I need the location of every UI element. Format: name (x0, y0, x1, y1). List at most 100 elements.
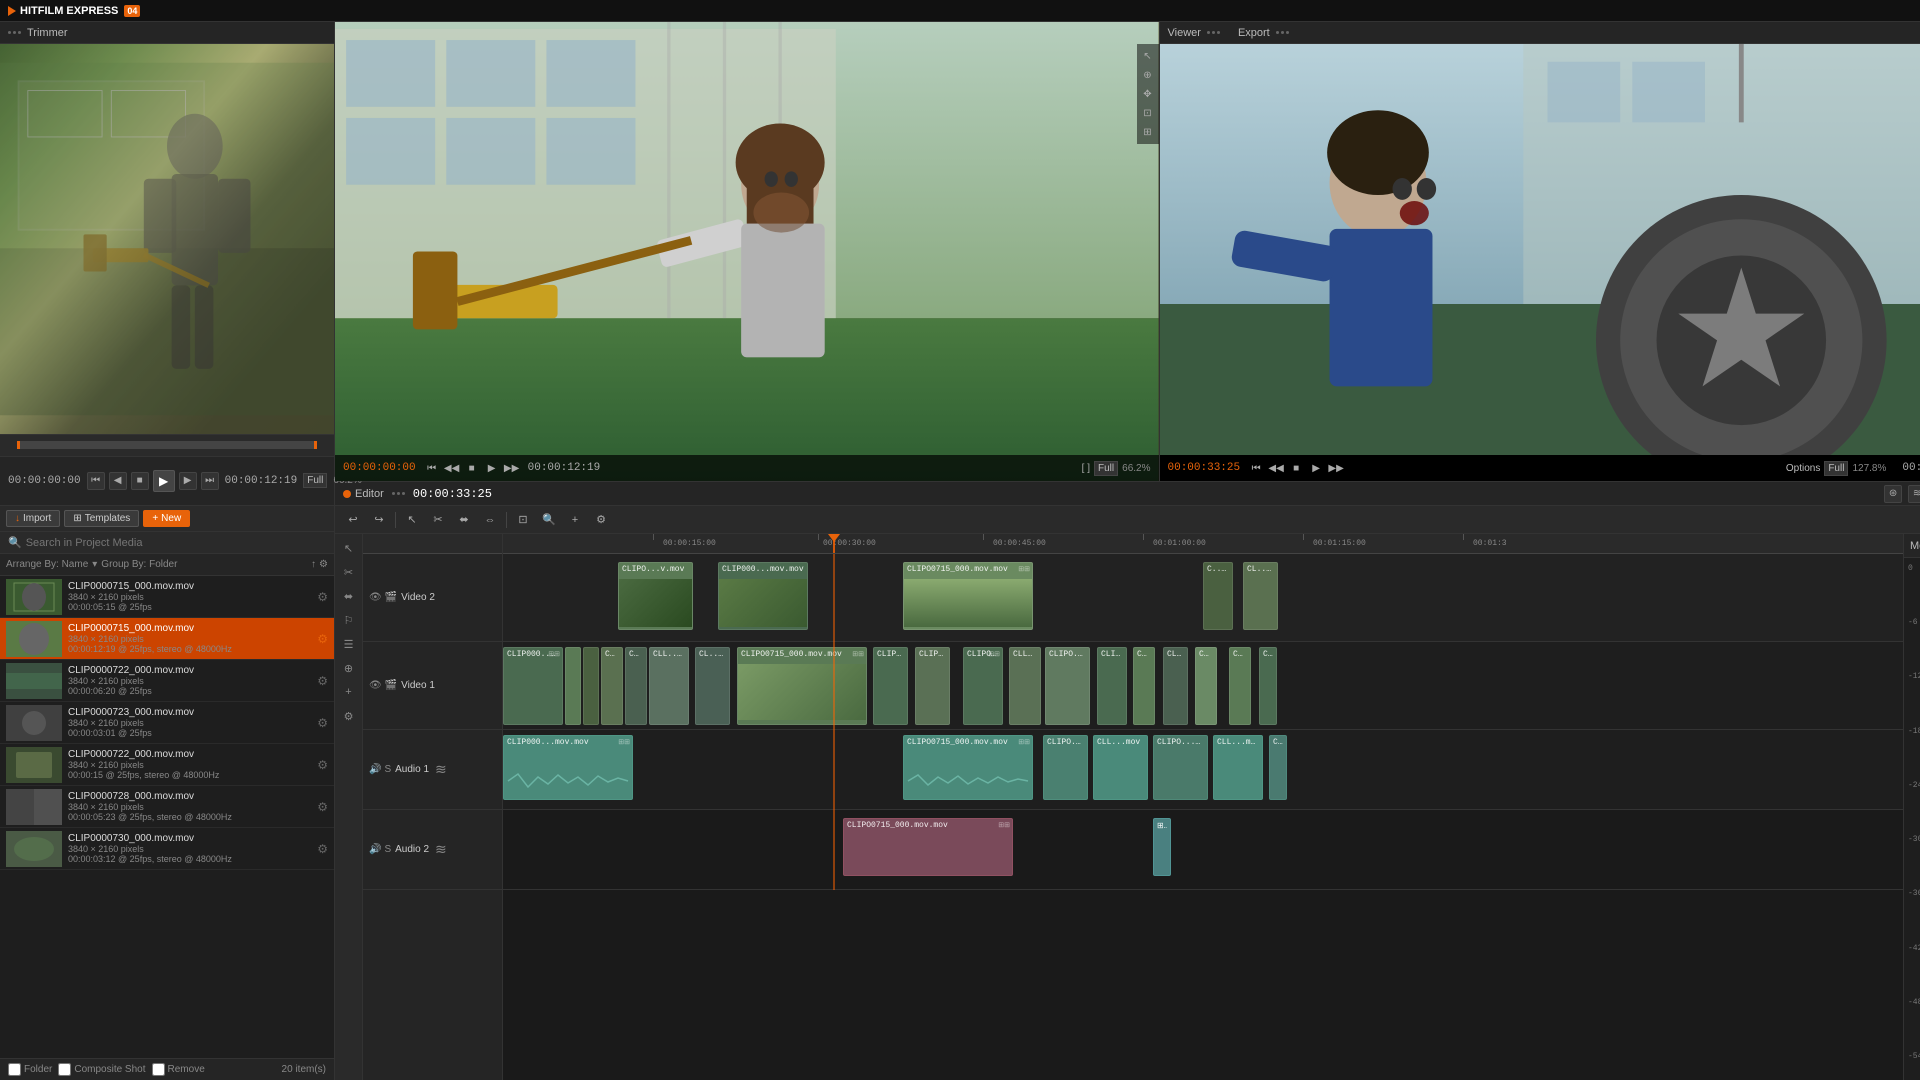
track-mute-icon[interactable]: 🔊 (369, 764, 381, 775)
track-mute-icon2[interactable]: 🔊 (369, 844, 381, 855)
timeline-tool-1[interactable]: ↖ (339, 538, 359, 558)
sort-options-icon[interactable]: ⚙ (319, 559, 328, 570)
list-item[interactable]: CLIP0000723_000.mov.mov 3840 × 2160 pixe… (0, 702, 334, 744)
zoom-in-btn[interactable]: 🔍 (539, 510, 559, 530)
trimmer-timeline[interactable] (0, 434, 334, 456)
trimmer-ctrl-stop[interactable]: ■ (464, 460, 480, 476)
track-solo-icon[interactable]: S (384, 764, 391, 775)
folder-checkbox-label[interactable]: Folder (8, 1063, 52, 1076)
templates-btn[interactable]: ⊞ Templates (64, 510, 139, 527)
viewer-handle[interactable] (1207, 31, 1220, 34)
timeline-scroll-area[interactable]: 00:00:15:00 00:00:30:00 00:00:45:00 00:0… (503, 534, 1903, 1080)
trimmer-next-frame-btn[interactable]: ▶ (179, 472, 197, 490)
track-solo-icon2[interactable]: S (384, 844, 391, 855)
list-item[interactable]: CLIP0000722_000.mov.mov 3840 × 2160 pixe… (0, 744, 334, 786)
editor-handle[interactable] (392, 492, 405, 495)
list-item[interactable]: CLIP0000728_000.mov.mov 3840 × 2160 pixe… (0, 786, 334, 828)
clip-a1-2[interactable]: CLIPO0715_000.mov.mov ⊞⊞ (903, 735, 1033, 800)
clip-v2-3[interactable]: CLIPO0715_000.mov.mov ⊞⊞ (903, 562, 1033, 630)
clip-v1-17[interactable]: CLI..mov (1195, 647, 1217, 725)
list-item[interactable]: CLIP0000730_000.mov.mov 3840 × 2160 pixe… (0, 828, 334, 870)
trimmer-play-btn[interactable]: ▶ (153, 470, 175, 492)
list-item[interactable]: CLIP0000715_000.mov.mov 3840 × 2160 pixe… (0, 576, 334, 618)
trimmer-ctrl-prev[interactable]: ◀◀ (444, 460, 460, 476)
media-gear-btn[interactable]: ⚙ (317, 758, 328, 772)
trimmer-prev-frame-btn[interactable]: ◀ (109, 472, 127, 490)
undo-btn[interactable]: ↩ (343, 510, 363, 530)
remove-checkbox[interactable] (152, 1063, 165, 1076)
media-gear-btn[interactable]: ⚙ (317, 590, 328, 604)
trimmer-skip-end-btn[interactable]: ⏭ (201, 472, 219, 490)
media-gear-btn[interactable]: ⚙ (317, 842, 328, 856)
timeline-tool-2[interactable]: ✂ (339, 562, 359, 582)
clip-v1-15[interactable]: CLI...mov (1133, 647, 1155, 725)
composite-checkbox[interactable] (58, 1063, 71, 1076)
editor-ripple-btn[interactable]: ≋ (1908, 485, 1920, 503)
clip-v1-10[interactable]: CLIPO...v.mov (915, 647, 950, 725)
trimmer-drag-handle[interactable] (8, 31, 21, 34)
trimmer-ctrl-start[interactable]: ⏮ (424, 460, 440, 476)
viewer-options-btn[interactable]: Options (1786, 463, 1820, 474)
track-eye-icon[interactable]: 👁 (369, 592, 382, 603)
clip-v1-14[interactable]: CLIP...mov (1097, 647, 1127, 725)
viewer-quality-select[interactable]: Full (1824, 461, 1848, 476)
clip-v1-clip[interactable]: CLIP (1259, 647, 1277, 725)
clip-v1-1[interactable]: CLIP000...mov.mov ⊞⊞ (503, 647, 563, 725)
trimmer-tool-zoom[interactable]: ⊕ (1140, 67, 1156, 83)
timeline-tool-3[interactable]: ⬌ (339, 586, 359, 606)
clip-v2-2[interactable]: CLIP000...mov.mov (718, 562, 808, 630)
viewer-ctrl-prev[interactable]: ◀◀ (1268, 460, 1284, 476)
clip-a2-2[interactable]: ⊞⊞ (1153, 818, 1171, 876)
track-lock-icon2[interactable]: 🎬 (385, 680, 397, 691)
trimmer-skip-start-btn[interactable]: ⏮ (87, 472, 105, 490)
composite-checkbox-label[interactable]: Composite Shot (58, 1063, 145, 1076)
clip-v1-4[interactable]: C...v (601, 647, 623, 725)
clip-v1-5[interactable]: CL..v (625, 647, 647, 725)
select-tool-btn[interactable]: ↖ (402, 510, 422, 530)
viewer-ctrl-start[interactable]: ⏮ (1248, 460, 1264, 476)
clip-a1-6[interactable]: CLL...mov (1213, 735, 1263, 800)
trimmer-ctrl-play[interactable]: ▶ (484, 460, 500, 476)
timeline-add-btn[interactable]: + (339, 682, 359, 702)
clip-v2-4[interactable]: C...v (1203, 562, 1233, 630)
clip-v1-16[interactable]: CLI...mov (1163, 647, 1188, 725)
redo-btn[interactable]: ↪ (369, 510, 389, 530)
trimmer-tool-select[interactable]: ↖ (1140, 48, 1156, 64)
track-settings-btn[interactable]: ⚙ (591, 510, 611, 530)
viewer-ctrl-play[interactable]: ▶ (1308, 460, 1324, 476)
sort-asc-icon[interactable]: ↑ (311, 559, 316, 570)
clip-a2-1[interactable]: CLIPO0715_000.mov.mov ⊞⊞ (843, 818, 1013, 876)
viewer-ctrl-next[interactable]: ▶▶ (1328, 460, 1344, 476)
import-btn[interactable]: ↓ Import (6, 510, 60, 527)
search-input[interactable] (26, 537, 326, 549)
trimmer-ctrl-next[interactable]: ▶▶ (504, 460, 520, 476)
track-lock-icon[interactable]: 🎬 (385, 592, 397, 603)
clip-v1-13[interactable]: CLIPO...v.mov (1045, 647, 1090, 725)
clip-v1-3[interactable] (583, 647, 599, 725)
clip-a1-7[interactable]: CLI.. (1269, 735, 1287, 800)
clip-a1-3[interactable]: CLIPO...v.mov (1043, 735, 1088, 800)
zoom-fit-btn[interactable]: ⊡ (513, 510, 533, 530)
folder-checkbox[interactable] (8, 1063, 21, 1076)
clip-v1-11[interactable]: CLIPO...v.mov ⊞⊞ (963, 647, 1003, 725)
viewer-ctrl-stop[interactable]: ■ (1288, 460, 1304, 476)
clip-v1-12[interactable]: CLL...mov (1009, 647, 1041, 725)
clip-v1-2[interactable] (565, 647, 581, 725)
trimmer-tool-pan[interactable]: ✥ (1140, 86, 1156, 102)
razor-tool-btn[interactable]: ✂ (428, 510, 448, 530)
trimmer-quality-select[interactable]: Full (1094, 461, 1118, 476)
clip-a1-4[interactable]: CLL...mov (1093, 735, 1148, 800)
export-handle[interactable] (1276, 31, 1289, 34)
media-gear-btn[interactable]: ⚙ (317, 674, 328, 688)
remove-checkbox-label[interactable]: Remove (152, 1063, 205, 1076)
timeline-tool-6[interactable]: ⊕ (339, 658, 359, 678)
clip-v1-8[interactable]: CLIPO0715_000.mov.mov ⊞⊞ (737, 647, 867, 725)
clip-a1-1[interactable]: CLIP000...mov.mov ⊞⊞ (503, 735, 633, 800)
trimmer-stop-btn[interactable]: ■ (131, 472, 149, 490)
clip-v2-5[interactable]: CL...v (1243, 562, 1278, 630)
media-gear-btn[interactable]: ⚙ (317, 632, 328, 646)
trimmer-tool-safe[interactable]: ⊞ (1140, 124, 1156, 140)
editor-magnet-btn[interactable]: ⊛ (1884, 485, 1902, 503)
timeline-tool-4[interactable]: ⚐ (339, 610, 359, 630)
clip-a1-5[interactable]: CLIPO...v.mov (1153, 735, 1208, 800)
